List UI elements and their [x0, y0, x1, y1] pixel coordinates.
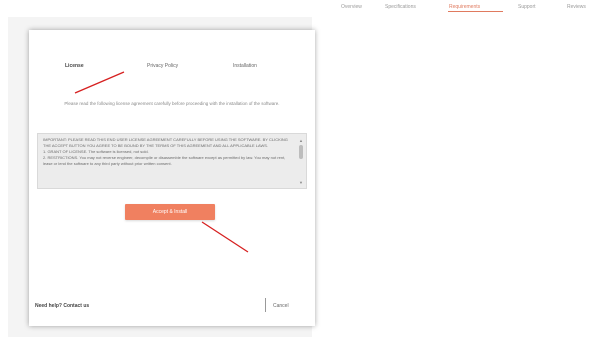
license-paragraph: IMPORTANT: PLEASE READ THIS END USER LIC…: [43, 137, 288, 148]
top-navigation: Overview Specifications Requirements Sup…: [0, 0, 595, 16]
license-text-box[interactable]: IMPORTANT: PLEASE READ THIS END USER LIC…: [37, 133, 307, 189]
instruction-text: Please read the following license agreem…: [64, 101, 280, 106]
scrollbar-thumb[interactable]: [299, 145, 303, 159]
license-paragraph: 2. RESTRICTIONS. You may not reverse eng…: [43, 155, 286, 166]
active-nav-indicator: [448, 11, 503, 12]
license-scrollbar[interactable]: ▲ ▼: [299, 138, 303, 186]
nav-requirements[interactable]: Requirements: [449, 4, 480, 10]
accept-install-button[interactable]: Accept & Install: [125, 204, 215, 220]
nav-reviews[interactable]: Reviews: [567, 4, 586, 10]
help-link[interactable]: Need help? Contact us: [35, 303, 89, 309]
tab-license[interactable]: License: [65, 63, 84, 69]
cancel-button[interactable]: Cancel: [273, 303, 289, 309]
tab-privacy-policy[interactable]: Privacy Policy: [147, 63, 178, 69]
scroll-up-icon[interactable]: ▲: [299, 138, 303, 144]
nav-specifications[interactable]: Specifications: [385, 4, 416, 10]
installer-window: License Privacy Policy Installation Plea…: [29, 30, 315, 326]
nav-support[interactable]: Support: [518, 4, 536, 10]
footer-divider: [265, 298, 266, 312]
nav-overview[interactable]: Overview: [341, 4, 362, 10]
tab-installation[interactable]: Installation: [233, 63, 257, 69]
scroll-down-icon[interactable]: ▼: [299, 180, 303, 186]
